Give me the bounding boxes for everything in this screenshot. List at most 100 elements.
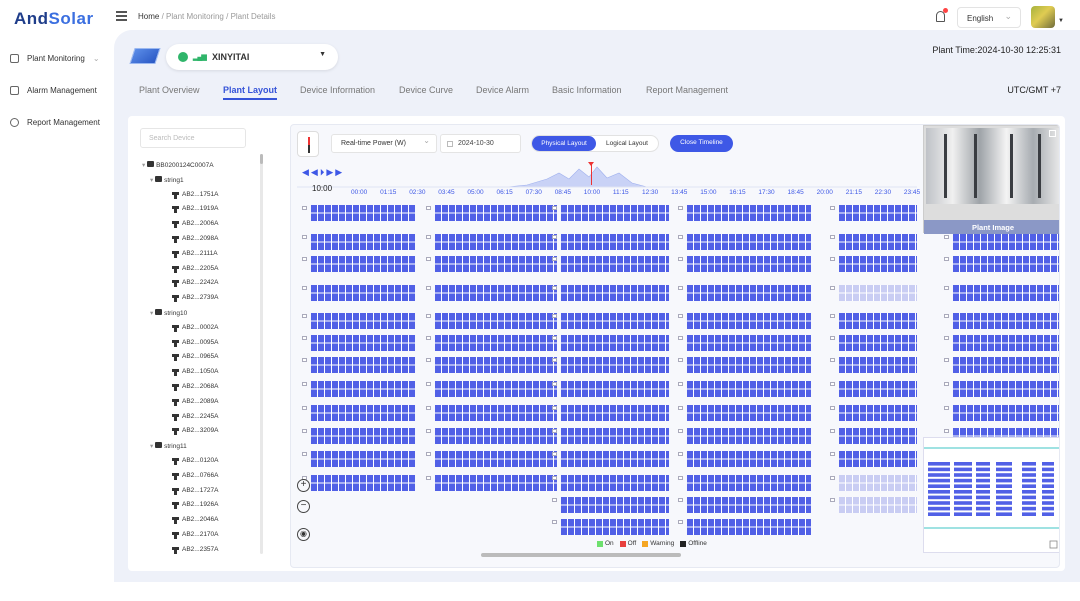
panel-block[interactable] <box>311 475 415 491</box>
physical-layout-button[interactable]: Physical Layout <box>532 136 596 151</box>
panel-block[interactable] <box>311 256 415 272</box>
panel-block[interactable] <box>839 335 917 351</box>
panel-block[interactable] <box>839 313 917 329</box>
panel-block[interactable] <box>839 497 917 513</box>
tree-device[interactable]: AB2...1919A <box>172 205 219 214</box>
timeline[interactable]: ◀◀⏵▶▶ 10:00 00:00 01:15 02:30 03:45 05:00 06:… <box>297 162 920 199</box>
panel-block[interactable] <box>953 405 1059 421</box>
tree-device[interactable]: AB2...0766A <box>172 472 219 480</box>
tree-scrollbar[interactable] <box>260 154 263 554</box>
language-select[interactable]: English <box>957 7 1021 28</box>
zoom-out-icon[interactable]: − <box>297 500 310 513</box>
panel-block[interactable] <box>311 335 415 351</box>
date-picker[interactable]: 2024-10-30 <box>440 134 521 153</box>
tree-device[interactable]: AB2...1751A <box>172 191 219 199</box>
locate-icon[interactable]: ◉ <box>297 528 310 541</box>
tree-device[interactable]: AB2...2357A <box>172 546 219 554</box>
panel-block[interactable] <box>687 335 811 351</box>
panel-block[interactable] <box>311 381 415 397</box>
breadcrumb-plant-monitoring[interactable]: Plant Monitoring <box>166 12 224 21</box>
panel-block[interactable] <box>687 405 811 421</box>
panel-block[interactable] <box>687 428 811 444</box>
panel-block[interactable] <box>839 475 917 491</box>
panel-block[interactable] <box>311 285 415 301</box>
panel-block[interactable] <box>687 451 811 467</box>
tree-device[interactable]: AB2...1926A <box>172 501 219 510</box>
plant-layout-canvas[interactable]: Real-time Power (W) 2024-10-30 Physical … <box>290 124 1060 568</box>
tree-device[interactable]: AB2...1050A <box>172 368 219 377</box>
tree-device[interactable]: AB2...2006A <box>172 220 219 229</box>
panel-block[interactable] <box>435 381 557 397</box>
sidebar-item-alarm-management[interactable]: Alarm Management <box>10 86 97 95</box>
panel-block[interactable] <box>839 256 917 272</box>
tree-device[interactable]: AB2...2205A <box>172 265 219 273</box>
panel-block[interactable] <box>561 234 669 250</box>
panel-block[interactable] <box>311 428 415 444</box>
panel-block[interactable] <box>953 234 1059 250</box>
panel-block[interactable] <box>435 451 557 467</box>
panel-block[interactable] <box>953 381 1059 397</box>
panel-block[interactable] <box>561 475 669 491</box>
panel-block[interactable] <box>839 381 917 397</box>
panel-block[interactable] <box>435 234 557 250</box>
tree-device[interactable]: AB2...0120A <box>172 457 219 465</box>
panel-block[interactable] <box>435 313 557 329</box>
panel-block[interactable] <box>435 475 557 491</box>
panel-block[interactable] <box>687 497 811 513</box>
panel-block[interactable] <box>953 357 1059 373</box>
avatar[interactable] <box>1031 6 1055 28</box>
panel-block[interactable] <box>953 285 1059 301</box>
panel-block[interactable] <box>435 205 557 221</box>
panel-block[interactable] <box>311 313 415 329</box>
tab-report-management[interactable]: Report Management <box>646 85 728 95</box>
panel-block[interactable] <box>561 497 669 513</box>
tree-device[interactable]: AB2...0965A <box>172 353 219 362</box>
bell-icon[interactable] <box>936 8 948 22</box>
panel-block[interactable] <box>687 381 811 397</box>
panel-block[interactable] <box>311 205 415 221</box>
panel-block[interactable] <box>435 285 557 301</box>
panel-block[interactable] <box>311 405 415 421</box>
panel-block[interactable] <box>561 451 669 467</box>
panel-block[interactable] <box>561 256 669 272</box>
panel-block[interactable] <box>687 234 811 250</box>
chevron-down-icon[interactable]: ▼ <box>1058 18 1064 24</box>
panel-block[interactable] <box>561 285 669 301</box>
panel-block[interactable] <box>687 205 811 221</box>
timeline-cursor[interactable] <box>588 162 594 185</box>
logical-layout-button[interactable]: Logical Layout <box>596 136 658 151</box>
tree-device[interactable]: AB2...0002A <box>172 324 219 332</box>
panel-block[interactable] <box>687 313 811 329</box>
expand-icon[interactable] <box>1049 130 1056 137</box>
close-timeline-button[interactable]: Close Timeline <box>670 135 733 152</box>
panel-block[interactable] <box>687 357 811 373</box>
panel-block[interactable] <box>839 405 917 421</box>
panel-block[interactable] <box>435 405 557 421</box>
panel-block[interactable] <box>687 519 811 535</box>
panel-block[interactable] <box>839 357 917 373</box>
tab-plant-layout[interactable]: Plant Layout <box>223 85 278 100</box>
tree-device[interactable]: AB2...3209A <box>172 427 219 436</box>
metric-select[interactable]: Real-time Power (W) <box>331 134 437 153</box>
panel-block[interactable] <box>311 234 415 250</box>
panel-block[interactable] <box>839 234 917 250</box>
panel-block[interactable] <box>435 335 557 351</box>
sidebar-item-report-management[interactable]: Report Management <box>10 118 100 127</box>
panel-block[interactable] <box>561 405 669 421</box>
panel-block[interactable] <box>839 205 917 221</box>
tree-device[interactable]: AB2...0095A <box>172 339 219 347</box>
panel-block[interactable] <box>435 428 557 444</box>
tree-string[interactable]: ▾ string11 <box>150 442 187 450</box>
panel-block[interactable] <box>561 335 669 351</box>
panel-block[interactable] <box>561 313 669 329</box>
tree-device[interactable]: AB2...1727A <box>172 487 219 495</box>
tree-device[interactable]: AB2...2245A <box>172 413 219 421</box>
tree-device[interactable]: AB2...2170A <box>172 531 219 539</box>
panel-block[interactable] <box>561 381 669 397</box>
panel-block[interactable] <box>561 205 669 221</box>
sidebar-item-plant-monitoring[interactable]: Plant Monitoring ⌄ <box>10 54 100 63</box>
tree-device[interactable]: AB2...2098A <box>172 235 219 243</box>
menu-toggle-icon[interactable] <box>116 11 127 21</box>
tree-root[interactable]: ▾ BB0200124C0007A <box>142 161 214 169</box>
panel-block[interactable] <box>839 285 917 301</box>
